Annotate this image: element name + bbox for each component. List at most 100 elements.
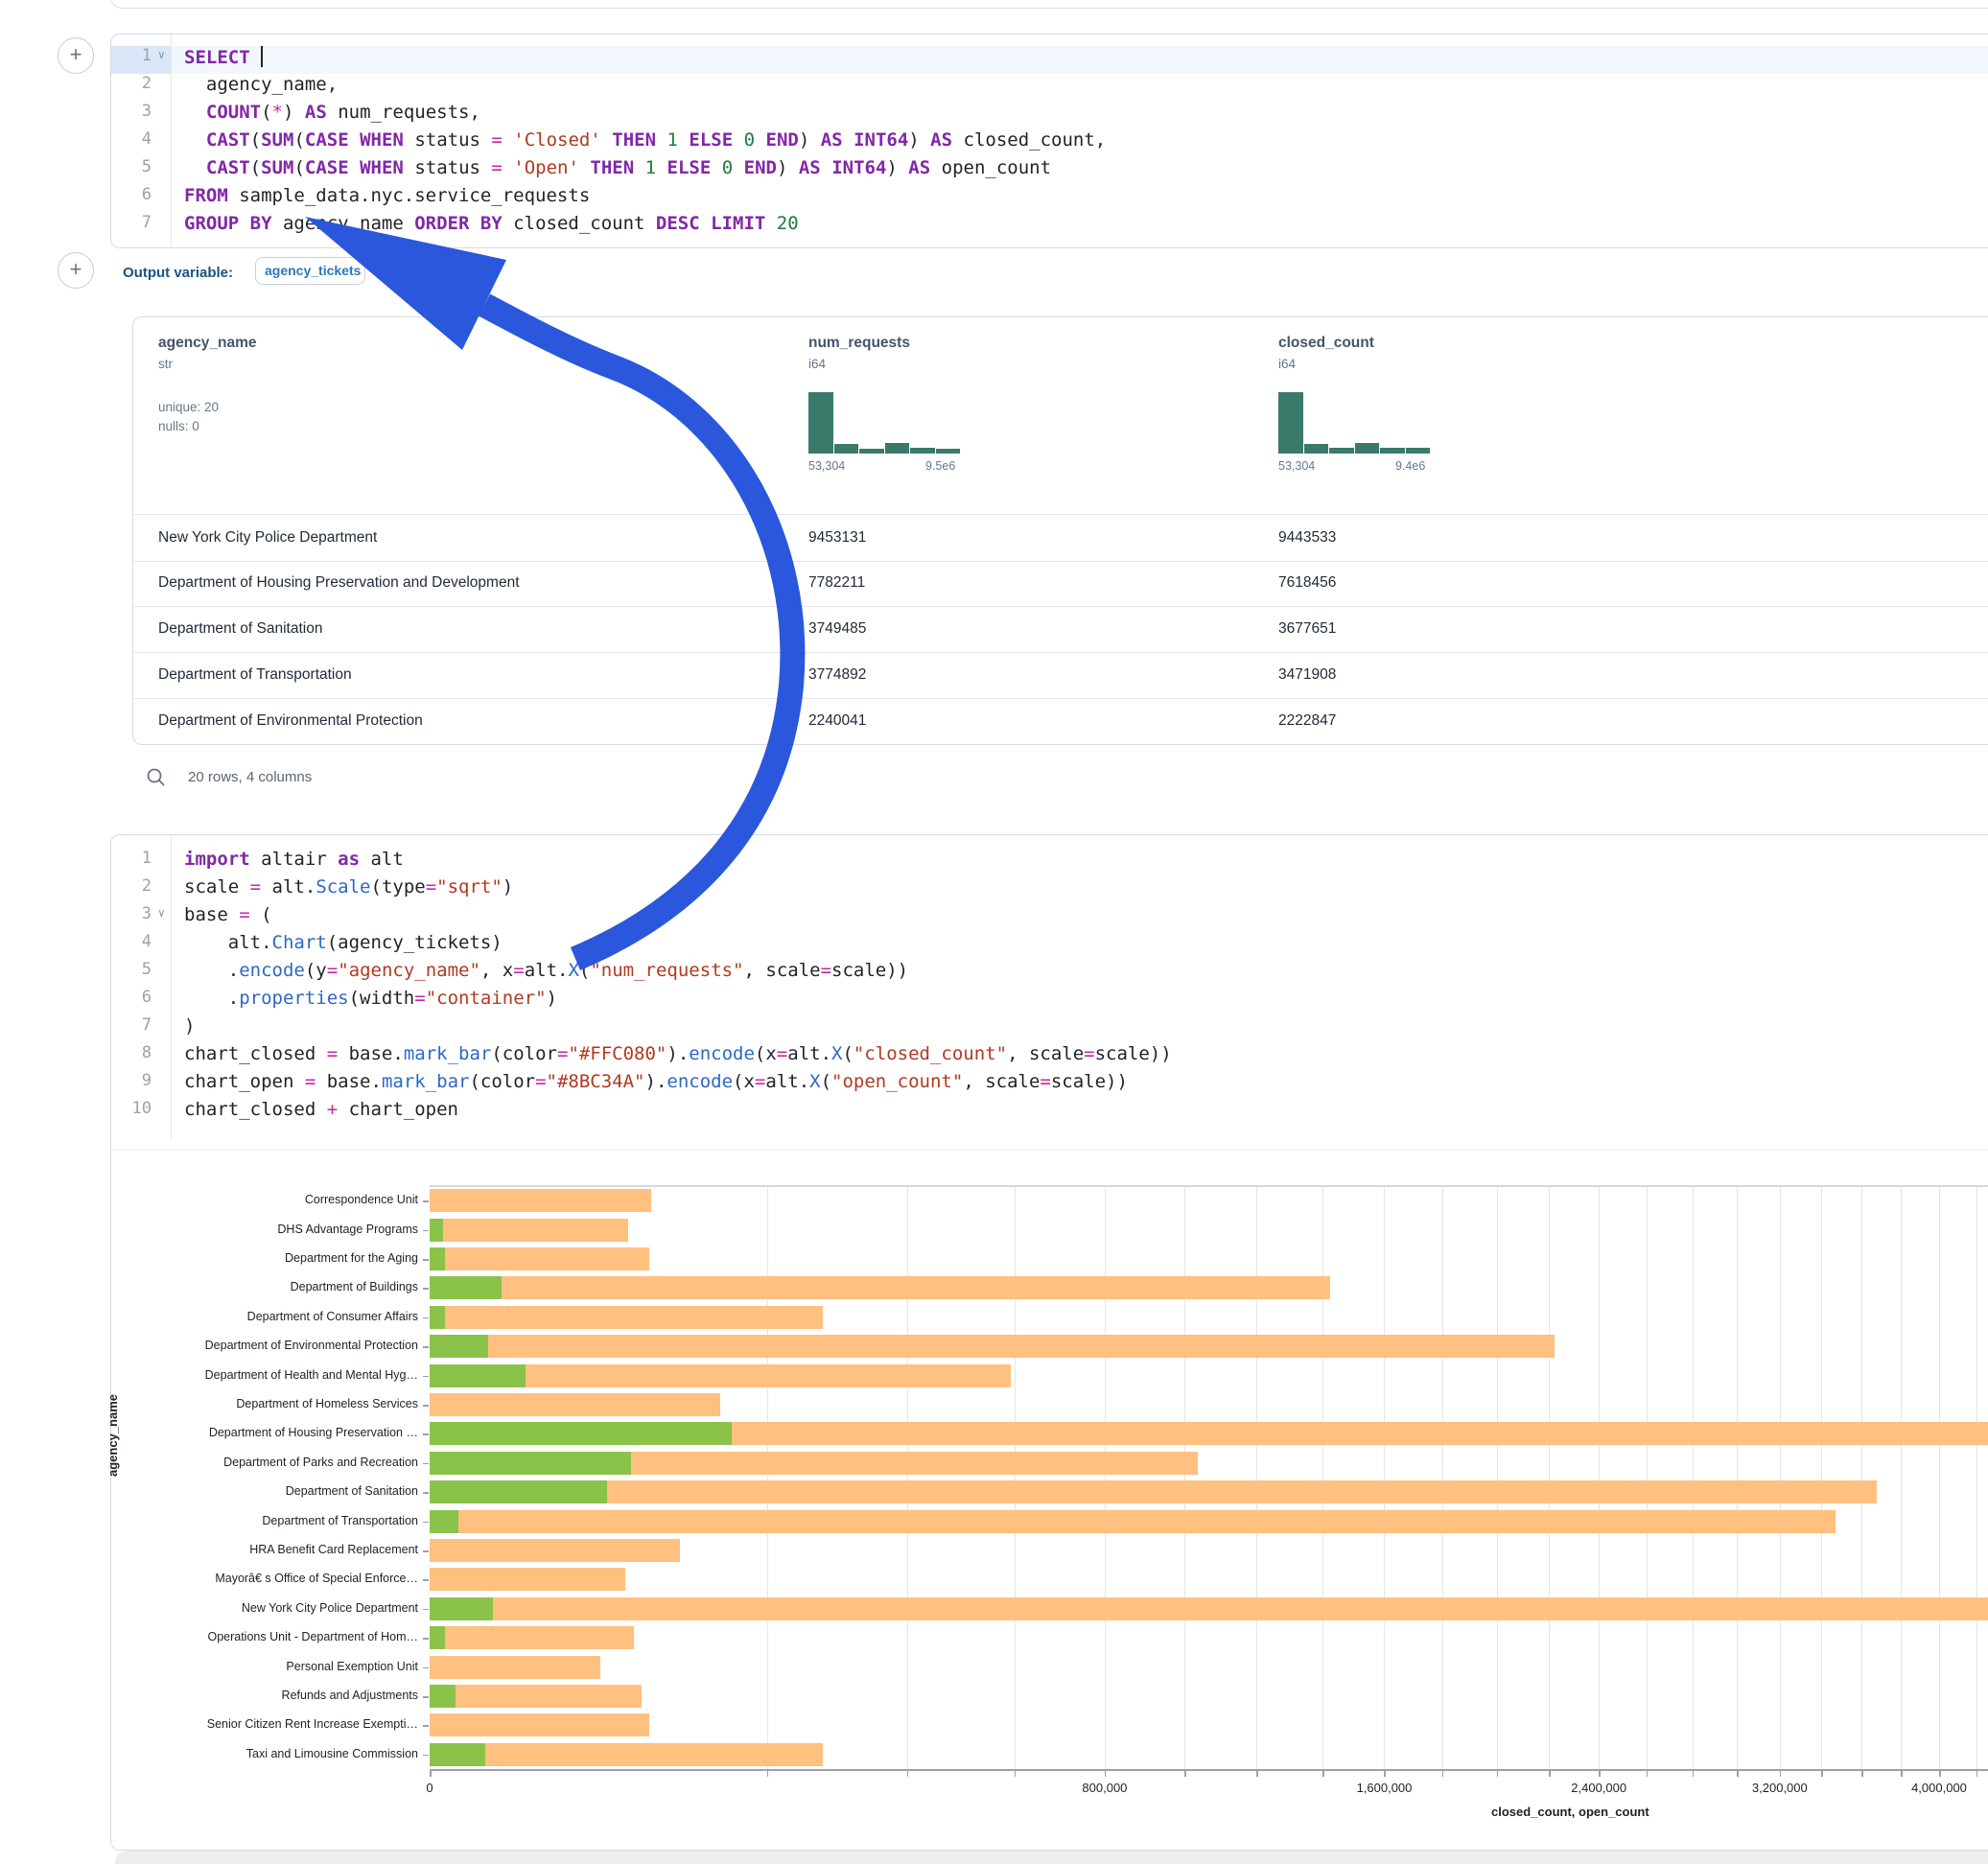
code-line[interactable]: 8chart_closed = base.mark_bar(color="#FF… xyxy=(111,1043,1988,1071)
table-row-count: 20 rows, 4 columns xyxy=(188,769,312,785)
column-header-agency_name[interactable]: agency_name xyxy=(158,335,257,352)
histogram-bar xyxy=(808,392,833,454)
sql-code-editor[interactable]: 1∨SELECT 2 agency_name,3 COUNT(*) AS num… xyxy=(111,35,1988,246)
code-line[interactable]: 1import altair as alt xyxy=(111,849,1988,876)
line-number: 8 xyxy=(111,1043,165,1062)
histogram-bar xyxy=(1304,444,1329,454)
histogram-bar xyxy=(1355,443,1380,454)
line-number: 7 xyxy=(111,1015,165,1035)
column-stat: unique: 20 xyxy=(158,398,219,417)
code-output-divider xyxy=(111,1150,1988,1151)
histogram-max-label: 9.5e6 xyxy=(925,459,955,473)
line-number: 4 xyxy=(111,129,165,149)
code-line[interactable]: 2 agency_name, xyxy=(111,74,1988,102)
histogram-bar xyxy=(834,444,859,454)
output-variable-value[interactable]: agency_tickets xyxy=(255,257,365,285)
histogram-bar xyxy=(1406,448,1431,454)
code-line[interactable]: 1∨SELECT xyxy=(111,46,1988,74)
line-number: 2 xyxy=(111,876,165,896)
python-cell-card: 1import altair as alt2scale = alt.Scale(… xyxy=(110,834,1988,1851)
column-header-closed_count[interactable]: closed_count xyxy=(1278,335,1374,352)
collapse-chevron-icon[interactable]: ∨ xyxy=(152,48,165,61)
histogram-min-label: 53,304 xyxy=(808,459,845,473)
next-cell-top-edge xyxy=(115,1851,1988,1864)
histogram-bar xyxy=(885,443,910,454)
column-histogram[interactable] xyxy=(808,392,960,454)
table-cell: Department of Housing Preservation and D… xyxy=(158,560,520,606)
collapse-chevron-icon[interactable]: ∨ xyxy=(152,906,165,920)
table-cell: 9443533 xyxy=(1278,515,1336,561)
python-code-editor[interactable]: 1import altair as alt2scale = alt.Scale(… xyxy=(111,835,1988,1140)
histogram-min-label: 53,304 xyxy=(1278,459,1315,473)
code-line[interactable]: 7) xyxy=(111,1015,1988,1043)
line-number: 5 xyxy=(111,157,165,176)
code-line[interactable]: 4 CAST(SUM(CASE WHEN status = 'Closed' T… xyxy=(111,129,1988,157)
column-histogram[interactable] xyxy=(1278,392,1430,454)
table-body: New York City Police Department945313194… xyxy=(133,514,1988,744)
line-number: 5 xyxy=(111,960,165,979)
table-cell: Department of Environmental Protection xyxy=(158,698,423,744)
table-row[interactable]: Department of Housing Preservation and D… xyxy=(133,560,1988,607)
histogram-bar xyxy=(1278,392,1303,454)
histogram-bar xyxy=(859,449,884,454)
column-type: str xyxy=(158,357,173,371)
output-variable-pill[interactable]: agency_tickets xyxy=(255,257,365,290)
table-row[interactable]: Department of Transportation 3774892 34719… xyxy=(133,652,1988,699)
table-cell: 3677651 xyxy=(1278,606,1336,652)
table-cell: Department of Transportation xyxy=(158,652,352,698)
line-number: 6 xyxy=(111,988,165,1007)
code-line[interactable]: 4 alt.Chart(agency_tickets) xyxy=(111,932,1988,960)
table-cell: Department of Sanitation xyxy=(158,606,322,652)
chart-x-axis-title: closed_count, open_count xyxy=(1491,1805,1649,1819)
add-cell-button-output[interactable]: + xyxy=(58,252,94,289)
table-cell: 2240041 xyxy=(808,698,866,744)
add-cell-button-top[interactable]: + xyxy=(58,37,94,74)
chart-y-axis-title: agency_name xyxy=(105,1394,120,1477)
table-cell: 7618456 xyxy=(1278,560,1336,606)
line-number: 1∨ xyxy=(111,46,165,65)
table-search-icon[interactable] xyxy=(146,767,167,793)
table-cell: 3749485 xyxy=(808,606,866,652)
code-line[interactable]: 5 CAST(SUM(CASE WHEN status = 'Open' THE… xyxy=(111,157,1988,185)
line-number: 10 xyxy=(111,1099,165,1118)
table-cell: 3774892 xyxy=(808,652,866,698)
notebook-page: + 1∨SELECT 2 agency_name,3 COUNT(*) AS n… xyxy=(0,0,1988,1864)
code-line[interactable]: 3∨base = ( xyxy=(111,904,1988,932)
table-cell: 9453131 xyxy=(808,515,866,561)
code-line[interactable]: 6FROM sample_data.nyc.service_requests xyxy=(111,185,1988,213)
histogram-bar xyxy=(910,448,935,454)
code-line[interactable]: 3 COUNT(*) AS num_requests, xyxy=(111,102,1988,129)
histogram-bar xyxy=(1380,448,1405,454)
code-line[interactable]: 7GROUP BY agency_name ORDER BY closed_co… xyxy=(111,213,1988,241)
code-line[interactable]: 2scale = alt.Scale(type="sqrt") xyxy=(111,876,1988,904)
sql-cell-card: 1∨SELECT 2 agency_name,3 COUNT(*) AS num… xyxy=(110,34,1988,248)
code-line[interactable]: 9chart_open = base.mark_bar(color="#8BC3… xyxy=(111,1071,1988,1099)
code-line[interactable]: 6 .properties(width="container") xyxy=(111,988,1988,1015)
code-line[interactable]: 5 .encode(y="agency_name", x=alt.X("num_… xyxy=(111,960,1988,988)
column-type: i64 xyxy=(1278,357,1296,371)
table-row[interactable]: Department of Sanitation 3749485 3677651 xyxy=(133,606,1988,653)
text-cursor xyxy=(261,46,263,67)
table-row[interactable]: New York City Police Department945313194… xyxy=(133,514,1988,562)
table-cell: 3471908 xyxy=(1278,652,1336,698)
histogram-bar xyxy=(936,449,961,454)
histogram-max-label: 9.4e6 xyxy=(1395,459,1425,473)
line-number: 3 xyxy=(111,102,165,121)
line-number: 1 xyxy=(111,849,165,868)
line-number: 3∨ xyxy=(111,904,165,923)
previous-cell-bottom-edge xyxy=(110,0,1988,9)
table-cell: 2222847 xyxy=(1278,698,1336,744)
column-header-num_requests[interactable]: num_requests xyxy=(808,335,910,352)
column-type: i64 xyxy=(808,357,826,371)
table-cell: 7782211 xyxy=(808,560,865,606)
table-header: agency_namestr unique: 20nulls: 0 num_requ… xyxy=(133,317,1988,514)
line-number: 4 xyxy=(111,932,165,951)
line-number: 2 xyxy=(111,74,165,93)
output-variable-label: Output variable: xyxy=(123,265,233,281)
line-number: 9 xyxy=(111,1071,165,1090)
code-line[interactable]: 10chart_closed + chart_open xyxy=(111,1099,1988,1127)
line-number: 7 xyxy=(111,213,165,232)
line-number: 6 xyxy=(111,185,165,204)
table-row[interactable]: Department of Environmental Protection 22… xyxy=(133,698,1988,745)
column-stat: nulls: 0 xyxy=(158,417,199,436)
